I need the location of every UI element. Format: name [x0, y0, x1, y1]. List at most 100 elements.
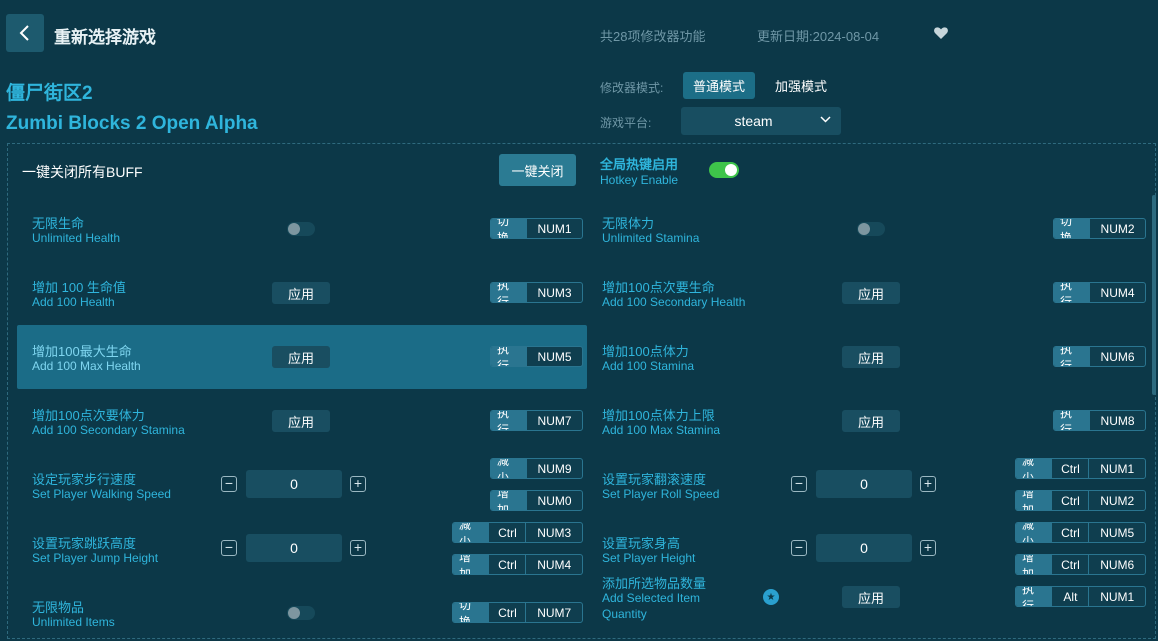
cheat-name-cn: 增加100最大生命 [32, 344, 132, 359]
apply-button[interactable]: 应用 [272, 346, 330, 368]
hotkey-binding[interactable]: 执行 NUM3 [490, 282, 583, 303]
mode-normal-button[interactable]: 普通模式 [683, 72, 755, 99]
cheat-row[interactable]: 增加100点次要生命 Add 100 Secondary Health 应用 执行 NU… [587, 261, 1150, 325]
hotkey-binding[interactable]: 执行 NUM7 [490, 410, 583, 431]
cheat-row[interactable]: 设定玩家步行速度 Set Player Walking Speed −0 + 减少 NUM… [17, 453, 587, 517]
cheat-row[interactable]: 增加100点次要体力 Add 100 Secondary Stamina 应用 执行 N… [17, 389, 587, 453]
hotkey-key: NUM7 [526, 411, 582, 430]
hotkey-binding[interactable]: 减少 NUM9 [490, 458, 583, 479]
hotkey-binding[interactable]: 执行 NUM4 [1053, 282, 1146, 303]
close-all-button[interactable]: 一键关闭 [499, 154, 576, 186]
hotkey-binding[interactable]: 切换 Ctrl NUM7 [452, 602, 583, 623]
apply-button[interactable]: 应用 [842, 586, 900, 608]
hotkey-key: Ctrl [1051, 523, 1088, 542]
cheat-row[interactable]: 无限物品 Unlimited Items 切换 Ctrl NUM7 [17, 581, 587, 641]
cheat-row[interactable]: 增加100最大生命 Add 100 Max Health 应用 执行 NUM5 [17, 325, 587, 389]
cheat-name-cn: 增加100点体力 [602, 344, 689, 359]
hotkey-binding[interactable]: 执行 NUM6 [1053, 346, 1146, 367]
apply-button[interactable]: 应用 [842, 346, 900, 368]
hotkey-binding[interactable]: 执行 NUM5 [490, 346, 583, 367]
apply-button[interactable]: 应用 [842, 282, 900, 304]
cheat-name-en: Set Player Height [602, 551, 696, 565]
hotkey-key: Ctrl [1051, 459, 1088, 478]
hotkey-action: 减少 [1016, 523, 1052, 542]
decrease-button[interactable]: − [221, 540, 237, 556]
hotkey-key: NUM2 [1088, 491, 1145, 510]
back-button[interactable] [6, 14, 44, 52]
hotkey-action: 执行 [491, 283, 527, 302]
cheat-name-en: Unlimited Stamina [602, 231, 700, 245]
hotkey-key: Ctrl [488, 555, 525, 574]
game-name-cn: 僵尸街区2 [6, 83, 93, 104]
value-input[interactable]: 0 [816, 470, 912, 498]
hotkey-key: NUM2 [1089, 219, 1145, 238]
hotkey-binding[interactable]: 执行 NUM8 [1053, 410, 1146, 431]
update-date: 更新日期:2024-08-04 [757, 29, 880, 44]
decrease-button[interactable]: − [791, 476, 807, 492]
star-icon[interactable]: ★ [763, 589, 779, 605]
cheat-row[interactable]: 设置玩家身高 Set Player Height −0 + 减少 Ctrl NUM5 增加 Ct… [587, 517, 1150, 581]
chevron-down-icon [820, 116, 831, 123]
platform-select[interactable]: steam [681, 107, 841, 135]
hotkey-binding[interactable]: 减少 Ctrl NUM3 [452, 522, 583, 543]
hotkey-action: 减少 [1016, 459, 1052, 478]
cheat-name-cn: 添加所选物品数量 [602, 576, 707, 591]
increase-button[interactable]: + [350, 540, 366, 556]
mode-enhanced-button[interactable]: 加强模式 [765, 72, 837, 99]
hotkey-binding[interactable]: 切换 NUM1 [490, 218, 583, 239]
hotkey-binding[interactable]: 减少 Ctrl NUM1 [1015, 458, 1146, 479]
hotkey-binding[interactable]: 增加 NUM0 [490, 490, 583, 511]
cheat-row[interactable]: 设置玩家翻滚速度 Set Player Roll Speed −0 + 减少 Ctrl NU… [587, 453, 1150, 517]
cheat-name-cn: 设置玩家翻滚速度 [602, 472, 707, 487]
hotkey-action: 执行 [491, 411, 527, 430]
cheat-row[interactable]: 无限生命 Unlimited Health 切换 NUM1 [17, 197, 587, 261]
hotkey-key: NUM5 [1088, 523, 1145, 542]
decrease-button[interactable]: − [791, 540, 807, 556]
scrollbar[interactable] [1152, 195, 1156, 395]
hotkey-action: 减少 [491, 459, 527, 478]
hotkey-key: NUM8 [1089, 411, 1145, 430]
heart-icon[interactable] [933, 25, 949, 41]
cheat-toggle[interactable] [857, 222, 885, 236]
cheat-name-en-cont: Quantity [602, 607, 647, 621]
cheat-row[interactable]: 设置玩家跳跃高度 Set Player Jump Height −0 + 减少 Ctrl N… [17, 517, 587, 581]
cheat-name-en: Add 100 Max Health [32, 359, 141, 373]
value-input[interactable]: 0 [246, 534, 342, 562]
increase-button[interactable]: + [920, 540, 936, 556]
hotkey-action: 执行 [1054, 411, 1090, 430]
cheat-row[interactable]: 无限体力 Unlimited Stamina 切换 NUM2 [587, 197, 1150, 261]
hotkey-key: Ctrl [488, 603, 525, 622]
apply-button[interactable]: 应用 [272, 282, 330, 304]
cheat-name-cn: 增加 100 生命值 [32, 280, 126, 295]
apply-button[interactable]: 应用 [272, 410, 330, 432]
cheat-row[interactable]: 添加所选物品数量 Add Selected Item Quantity 应用 ★ 执行 Al… [587, 576, 1150, 641]
cheat-name-cn: 无限物品 [32, 600, 85, 615]
decrease-button[interactable]: − [221, 476, 237, 492]
cheat-name-cn: 无限体力 [602, 216, 655, 231]
hotkey-binding[interactable]: 增加 Ctrl NUM6 [1015, 554, 1146, 575]
cheat-row[interactable]: 增加 100 生命值 Add 100 Health 应用 执行 NUM3 [17, 261, 587, 325]
cheat-row[interactable]: 增加100点体力 Add 100 Stamina 应用 执行 NUM6 [587, 325, 1150, 389]
apply-button[interactable]: 应用 [842, 410, 900, 432]
cheat-name-en: Add 100 Max Stamina [602, 423, 721, 437]
hotkey-label-cn: 全局热键启用 [600, 157, 679, 172]
hotkey-binding[interactable]: 执行 Alt NUM1 [1015, 586, 1146, 607]
hotkey-toggle[interactable] [709, 162, 739, 178]
value-input[interactable]: 0 [816, 534, 912, 562]
hotkey-binding[interactable]: 切换 NUM2 [1053, 218, 1146, 239]
hotkey-binding[interactable]: 增加 Ctrl NUM2 [1015, 490, 1146, 511]
hotkey-binding[interactable]: 减少 Ctrl NUM5 [1015, 522, 1146, 543]
cheat-toggle[interactable] [287, 222, 315, 236]
hotkey-key: NUM7 [525, 603, 582, 622]
hotkey-action: 切换 [1054, 219, 1090, 238]
increase-button[interactable]: + [350, 476, 366, 492]
value-input[interactable]: 0 [246, 470, 342, 498]
cheat-toggle[interactable] [287, 606, 315, 620]
cheat-name-en: Add 100 Health [32, 295, 115, 309]
hotkey-binding[interactable]: 增加 Ctrl NUM4 [452, 554, 583, 575]
hotkey-key: NUM1 [1088, 459, 1145, 478]
hotkey-key: NUM3 [526, 283, 582, 302]
cheat-row[interactable]: 增加100点体力上限 Add 100 Max Stamina 应用 执行 NUM8 [587, 389, 1150, 453]
hotkey-action: 执行 [1054, 283, 1090, 302]
increase-button[interactable]: + [920, 476, 936, 492]
